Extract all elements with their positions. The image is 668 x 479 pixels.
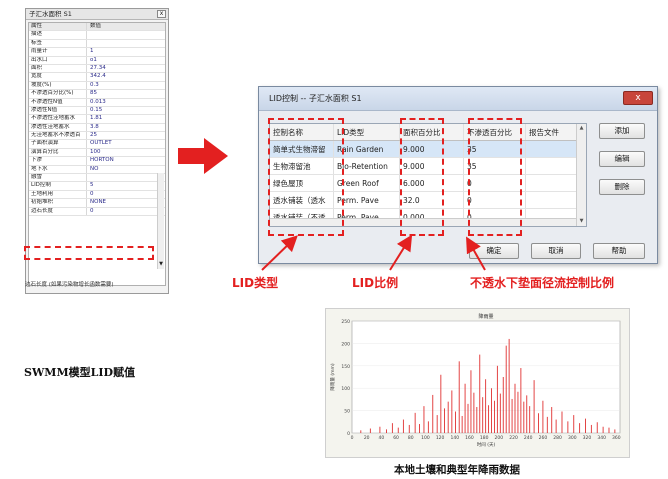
impervious-ratio-arrow (466, 236, 486, 271)
y-tick-label: 200 (341, 341, 350, 347)
x-tick-label: 80 (408, 435, 414, 441)
x-tick-label: 340 (597, 435, 606, 441)
impervious-ratio-label: 不透水下垫面径流控制比例 (470, 276, 615, 290)
x-tick-label: 180 (480, 435, 489, 441)
lid-ratio-label: LID比例 (352, 276, 399, 290)
x-tick-label: 40 (379, 435, 385, 441)
rainfall-chart: 0 50 100 150 200 250 0 20 40 60 80 100 120 140 160 180 2… (325, 308, 630, 458)
y-axis-label: 降雨量 (mm) (329, 363, 336, 390)
x-tick-label: 0 (351, 435, 354, 441)
x-axis-label: 时间 (天) (477, 441, 496, 448)
x-tick-label: 200 (495, 435, 504, 441)
x-tick-label: 260 (539, 435, 548, 441)
y-tick-label: 100 (341, 386, 350, 392)
y-tick-label: 150 (341, 364, 350, 370)
y-tick-label: 250 (341, 319, 350, 325)
x-tick-label: 360 (612, 435, 621, 441)
rainfall-chart-svg: 0501001502002500 20 40 60 80 100 120 140 160 180 2… (329, 313, 621, 448)
x-tick-label: 100 (421, 435, 430, 441)
x-tick-label: 300 (568, 435, 577, 441)
x-tick-label: 120 (436, 435, 445, 441)
x-tick-label: 280 (553, 435, 562, 441)
lid-type-arrow (261, 235, 298, 271)
y-tick-label: 50 (344, 409, 350, 415)
lid-ratio-arrow (389, 234, 413, 271)
x-tick-label: 20 (364, 435, 370, 441)
x-tick-label: 160 (465, 435, 474, 441)
x-tick-label: 240 (524, 435, 533, 441)
chart-title: 降雨量 (478, 313, 493, 320)
x-tick-label: 320 (583, 435, 592, 441)
x-tick-label: 60 (393, 435, 399, 441)
lid-type-label: LID类型 (232, 276, 279, 290)
x-tick-label: 220 (509, 435, 518, 441)
rainfall-chart-caption: 本地土壤和典型年降雨数据 (394, 464, 520, 476)
x-tick-label: 140 (450, 435, 459, 441)
